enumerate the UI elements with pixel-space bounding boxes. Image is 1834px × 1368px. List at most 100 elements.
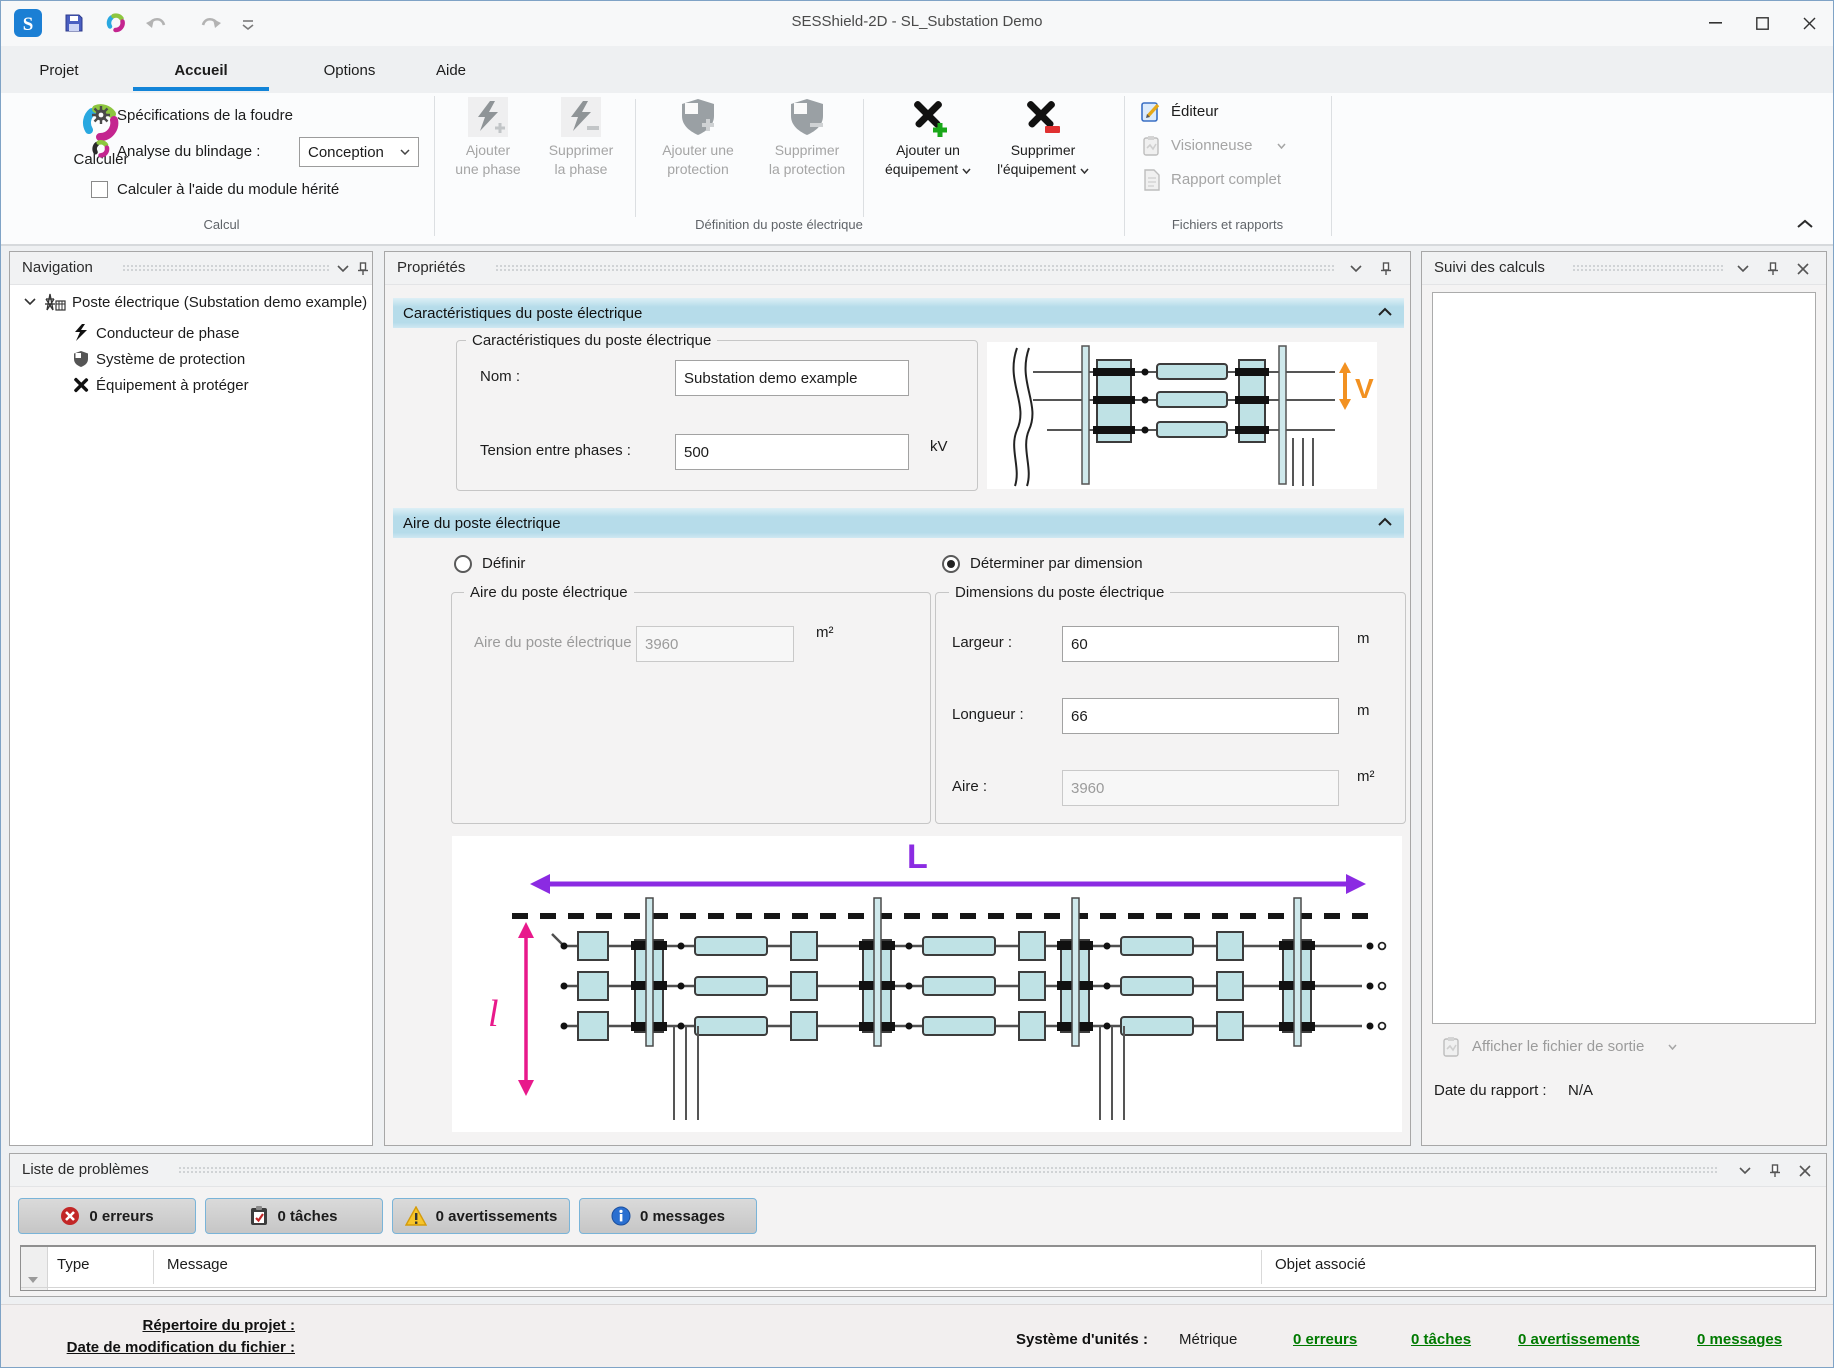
problems-drag-handle[interactable] bbox=[178, 1166, 1718, 1175]
characteristics-groupbox-label: Caractéristiques du poste électrique bbox=[466, 332, 717, 349]
remove-phase-button: Supprimerla phase bbox=[529, 141, 633, 179]
length-label: Longueur : bbox=[952, 706, 1024, 723]
filter-messages-button[interactable]: 0 messages bbox=[579, 1198, 757, 1234]
voltage-input[interactable]: 500 bbox=[675, 434, 909, 470]
app-window: S SESShield-2D - SL_Substation Demo Proj… bbox=[0, 0, 1834, 1368]
lightning-spec-button[interactable]: Spécifications de la foudre bbox=[117, 107, 293, 124]
shielding-mode-select[interactable]: Conception bbox=[299, 137, 419, 167]
header-bottom-border bbox=[21, 1287, 1815, 1288]
section-area-collapse-icon[interactable] bbox=[1377, 517, 1393, 527]
voltage-unit: kV bbox=[930, 438, 948, 455]
problems-close-icon[interactable] bbox=[1796, 1162, 1814, 1180]
legacy-module-checkbox[interactable] bbox=[91, 181, 108, 198]
properties-drag-handle[interactable] bbox=[495, 264, 1335, 273]
shielding-analysis-label: Analyse du blindage : bbox=[117, 143, 260, 160]
problems-title: Liste de problèmes bbox=[22, 1161, 149, 1178]
status-tasks-link[interactable]: 0 tâches bbox=[1411, 1331, 1471, 1348]
navigation-drag-handle[interactable] bbox=[122, 264, 330, 273]
name-input[interactable]: Substation demo example bbox=[675, 360, 909, 396]
tab-options[interactable]: Options bbox=[301, 56, 398, 86]
minimize-button[interactable] bbox=[1692, 1, 1739, 45]
show-output-file-button: Afficher le fichier de sortie bbox=[1472, 1038, 1644, 1055]
add-protection-button: Ajouter uneprotection bbox=[646, 141, 750, 179]
dimensions-groupbox-label: Dimensions du poste électrique bbox=[949, 584, 1170, 601]
section-area-bar: Aire du poste électrique bbox=[393, 508, 1404, 538]
navigation-pin-icon[interactable] bbox=[354, 260, 372, 278]
tree-expander-icon[interactable] bbox=[24, 298, 36, 306]
calc-tracking-chevron-down-icon[interactable] bbox=[1734, 260, 1752, 278]
warning-icon bbox=[405, 1206, 427, 1226]
width-input[interactable]: 60 bbox=[1062, 626, 1339, 662]
info-icon bbox=[611, 1206, 631, 1226]
group-label-definition: Définition du poste électrique bbox=[434, 217, 1124, 232]
tree-node-substation[interactable]: Poste électrique (Substation demo exampl… bbox=[24, 292, 367, 312]
protection-system-icon bbox=[72, 350, 90, 368]
properties-title: Propriétés bbox=[397, 259, 465, 276]
column-header-type[interactable]: Type bbox=[57, 1256, 90, 1273]
substation-dimensions-diagram: L l bbox=[452, 836, 1402, 1132]
filter-warnings-button[interactable]: 0 avertissements bbox=[392, 1198, 570, 1234]
tree-node-protection-system[interactable]: Système de protection bbox=[72, 350, 245, 368]
filter-errors-button[interactable]: 0 erreurs bbox=[18, 1198, 196, 1234]
shielding-analysis-icon bbox=[91, 139, 111, 159]
problems-table: Type Message Objet associé bbox=[20, 1245, 1816, 1291]
remove-equipment-button[interactable]: Supprimer l'équipement bbox=[989, 141, 1097, 179]
tree-node-label: Conducteur de phase bbox=[96, 325, 239, 342]
properties-pin-icon[interactable] bbox=[1377, 260, 1395, 278]
problems-pin-icon[interactable] bbox=[1766, 1162, 1784, 1180]
section-area-title: Aire du poste électrique bbox=[403, 515, 561, 532]
column-header-object[interactable]: Objet associé bbox=[1275, 1256, 1366, 1273]
properties-chevron-down-icon[interactable] bbox=[1347, 260, 1365, 278]
tree-node-protected-equipment[interactable]: Équipement à protéger bbox=[72, 376, 249, 394]
tree-node-phase-conductor[interactable]: Conducteur de phase bbox=[72, 324, 239, 342]
maximize-button[interactable] bbox=[1739, 1, 1786, 45]
aire-input: 3960 bbox=[1062, 770, 1339, 806]
ribbon-inner-divider bbox=[635, 99, 636, 217]
error-icon bbox=[60, 1206, 80, 1226]
calc-tracking-close-icon[interactable] bbox=[1794, 260, 1812, 278]
editor-button[interactable]: Éditeur bbox=[1171, 103, 1219, 120]
radio-define-label: Définir bbox=[482, 555, 525, 572]
report-date-label: Date du rapport : bbox=[1434, 1082, 1547, 1099]
add-phase-icon bbox=[468, 97, 508, 137]
status-messages-link[interactable]: 0 messages bbox=[1697, 1331, 1782, 1348]
file-modified-date-label: Date de modification du fichier : bbox=[13, 1339, 295, 1356]
section-characteristics-bar: Caractéristiques du poste électrique bbox=[393, 298, 1404, 328]
close-button[interactable] bbox=[1786, 1, 1833, 45]
window-title: SESShield-2D - SL_Substation Demo bbox=[1, 13, 1833, 30]
calc-output-box[interactable] bbox=[1432, 292, 1816, 1024]
status-bar: Répertoire du projet : Date de modificat… bbox=[1, 1304, 1833, 1368]
width-unit: m bbox=[1357, 630, 1370, 647]
calc-tracking-pin-icon[interactable] bbox=[1764, 260, 1782, 278]
voltage-label: Tension entre phases : bbox=[480, 442, 631, 459]
navigation-chevron-down-icon[interactable] bbox=[334, 260, 352, 278]
tab-aide[interactable]: Aide bbox=[421, 56, 481, 86]
editor-icon bbox=[1141, 101, 1163, 123]
tab-projet[interactable]: Projet bbox=[19, 56, 99, 86]
column-divider[interactable] bbox=[153, 1250, 154, 1284]
problems-chevron-down-icon[interactable] bbox=[1736, 1162, 1754, 1180]
length-input[interactable]: 66 bbox=[1062, 698, 1339, 734]
add-equipment-icon bbox=[908, 97, 948, 137]
status-warnings-link[interactable]: 0 avertissements bbox=[1518, 1331, 1640, 1348]
radio-determine-by-dimension[interactable] bbox=[942, 555, 960, 573]
name-label: Nom : bbox=[480, 368, 520, 385]
properties-panel: Propriétés Caractéristiques du poste éle… bbox=[384, 251, 1411, 1146]
calc-tracking-header: Suivi des calculs bbox=[1422, 252, 1826, 285]
substation-icon bbox=[42, 292, 66, 312]
area-groupbox-label: Aire du poste électrique bbox=[464, 584, 634, 601]
column-header-message[interactable]: Message bbox=[167, 1256, 228, 1273]
radio-define[interactable] bbox=[454, 555, 472, 573]
group-label-calcul: Calcul bbox=[9, 217, 434, 232]
viewer-icon bbox=[1142, 135, 1162, 157]
filter-tasks-button[interactable]: 0 tâches bbox=[205, 1198, 383, 1234]
title-bar: S SESShield-2D - SL_Substation Demo bbox=[1, 1, 1833, 46]
collapse-ribbon-icon[interactable] bbox=[1796, 219, 1814, 229]
status-errors-link[interactable]: 0 erreurs bbox=[1293, 1331, 1357, 1348]
section-characteristics-collapse-icon[interactable] bbox=[1377, 307, 1393, 317]
tab-accueil[interactable]: Accueil bbox=[133, 56, 269, 86]
column-divider[interactable] bbox=[1261, 1250, 1262, 1284]
add-equipment-button[interactable]: Ajouter un équipement bbox=[876, 141, 980, 179]
calc-tracking-drag-handle[interactable] bbox=[1572, 264, 1724, 273]
viewer-chevron-icon bbox=[1277, 143, 1286, 149]
